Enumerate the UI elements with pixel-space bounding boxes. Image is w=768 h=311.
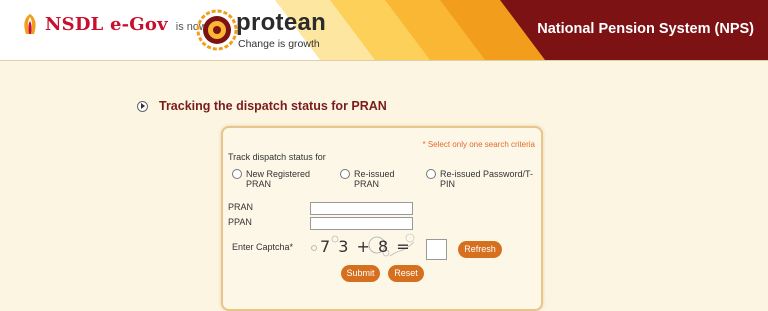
nsdl-logo-text: NSDL e-Gov xyxy=(45,13,168,35)
criteria-note: * Select only one search criteria xyxy=(422,140,536,149)
submit-button[interactable]: Submit xyxy=(341,265,380,282)
track-form-panel: * Select only one search criteria Track … xyxy=(221,126,543,311)
play-bullet-icon xyxy=(137,100,148,112)
captcha-text: 7 3 + 8 = xyxy=(320,237,411,256)
ppan-label: PPAN xyxy=(228,217,252,227)
protean-logo-icon xyxy=(196,9,238,51)
radio-reissued-pran[interactable] xyxy=(340,169,350,179)
ppan-input[interactable] xyxy=(310,217,413,230)
captcha-image: 7 3 + 8 = xyxy=(311,233,415,257)
radio-reissued-password[interactable] xyxy=(426,169,436,179)
protean-tagline: Change is growth xyxy=(238,38,320,50)
reset-button[interactable]: Reset xyxy=(388,265,424,282)
protean-logo-text: protean xyxy=(236,9,327,36)
option-reissued-pran[interactable]: Re-issued PRAN xyxy=(340,169,412,189)
page-title: Tracking the dispatch status for PRAN xyxy=(159,99,387,113)
option-label: Re-issued PRAN xyxy=(354,169,395,189)
header-divider xyxy=(0,60,768,61)
site-header: NSDL e-Gov is now protean Change is grow… xyxy=(0,0,768,60)
refresh-button[interactable]: Refresh xyxy=(458,241,502,258)
nsdl-emblem-icon xyxy=(24,14,36,34)
captcha-label: Enter Captcha* xyxy=(232,242,294,252)
track-label: Track dispatch status for xyxy=(228,152,326,162)
captcha-input[interactable] xyxy=(426,239,447,260)
radio-new-registered-pran[interactable] xyxy=(232,169,242,179)
nsdl-logo: NSDL e-Gov is now xyxy=(20,13,207,35)
option-label: New Registered PRAN xyxy=(246,169,311,189)
system-title: National Pension System (NPS) xyxy=(537,21,754,37)
option-new-registered-pran[interactable]: New Registered PRAN xyxy=(232,169,337,189)
pran-label: PRAN xyxy=(228,202,254,212)
option-label: Re-issued Password/T-PIN xyxy=(440,169,534,189)
pran-input[interactable] xyxy=(310,202,413,215)
section-heading: Tracking the dispatch status for PRAN xyxy=(137,99,387,113)
option-reissued-password[interactable]: Re-issued Password/T-PIN xyxy=(426,169,541,189)
